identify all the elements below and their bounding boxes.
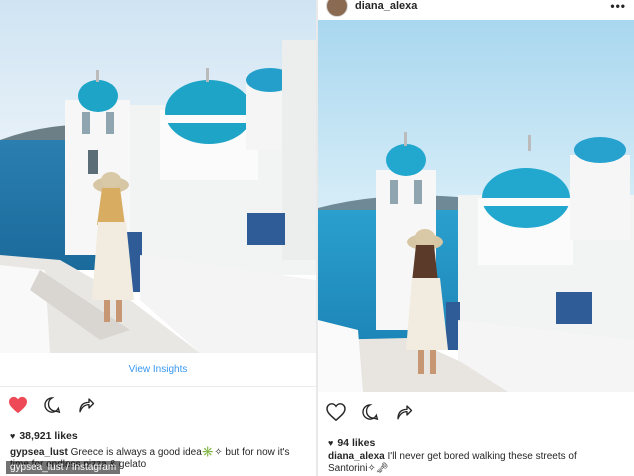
comment-icon[interactable] (42, 396, 62, 414)
santorini-photo-left (0, 0, 316, 353)
header-username[interactable]: diana_alexa (355, 0, 417, 12)
share-icon[interactable] (394, 403, 414, 421)
post-photo[interactable] (318, 20, 634, 392)
post-header: diana_alexa ••• (318, 0, 634, 20)
more-icon[interactable]: ••• (610, 0, 626, 13)
likes-count[interactable]: ♥ 38,921 likes (10, 430, 78, 442)
caption-username[interactable]: diana_alexa (328, 451, 385, 462)
likes-text: 38,921 likes (19, 430, 78, 442)
heart-icon[interactable] (8, 396, 28, 414)
action-bar (326, 401, 414, 423)
caption-username[interactable]: gypsea_lust (10, 447, 68, 458)
post-caption: diana_alexa I'll never get bored walking… (328, 451, 626, 475)
view-insights-link[interactable]: View Insights (0, 353, 316, 387)
santorini-photo-right (318, 20, 634, 392)
left-post: View Insights ♥ 38,921 likes gypsea_lust… (0, 0, 316, 476)
action-bar (8, 394, 96, 416)
small-heart-icon: ♥ (10, 431, 16, 441)
avatar[interactable] (326, 0, 348, 17)
right-post: diana_alexa ••• ♥ 94 likes diana_alexa I… (318, 0, 634, 476)
likes-count[interactable]: ♥ 94 likes (328, 437, 375, 449)
likes-text: 94 likes (337, 437, 376, 449)
heart-icon[interactable] (326, 403, 346, 421)
watermark: gypsea_lust / Instagram (6, 461, 121, 474)
comment-icon[interactable] (360, 403, 380, 421)
post-photo[interactable] (0, 0, 316, 353)
share-icon[interactable] (76, 396, 96, 414)
small-heart-icon: ♥ (328, 438, 334, 448)
